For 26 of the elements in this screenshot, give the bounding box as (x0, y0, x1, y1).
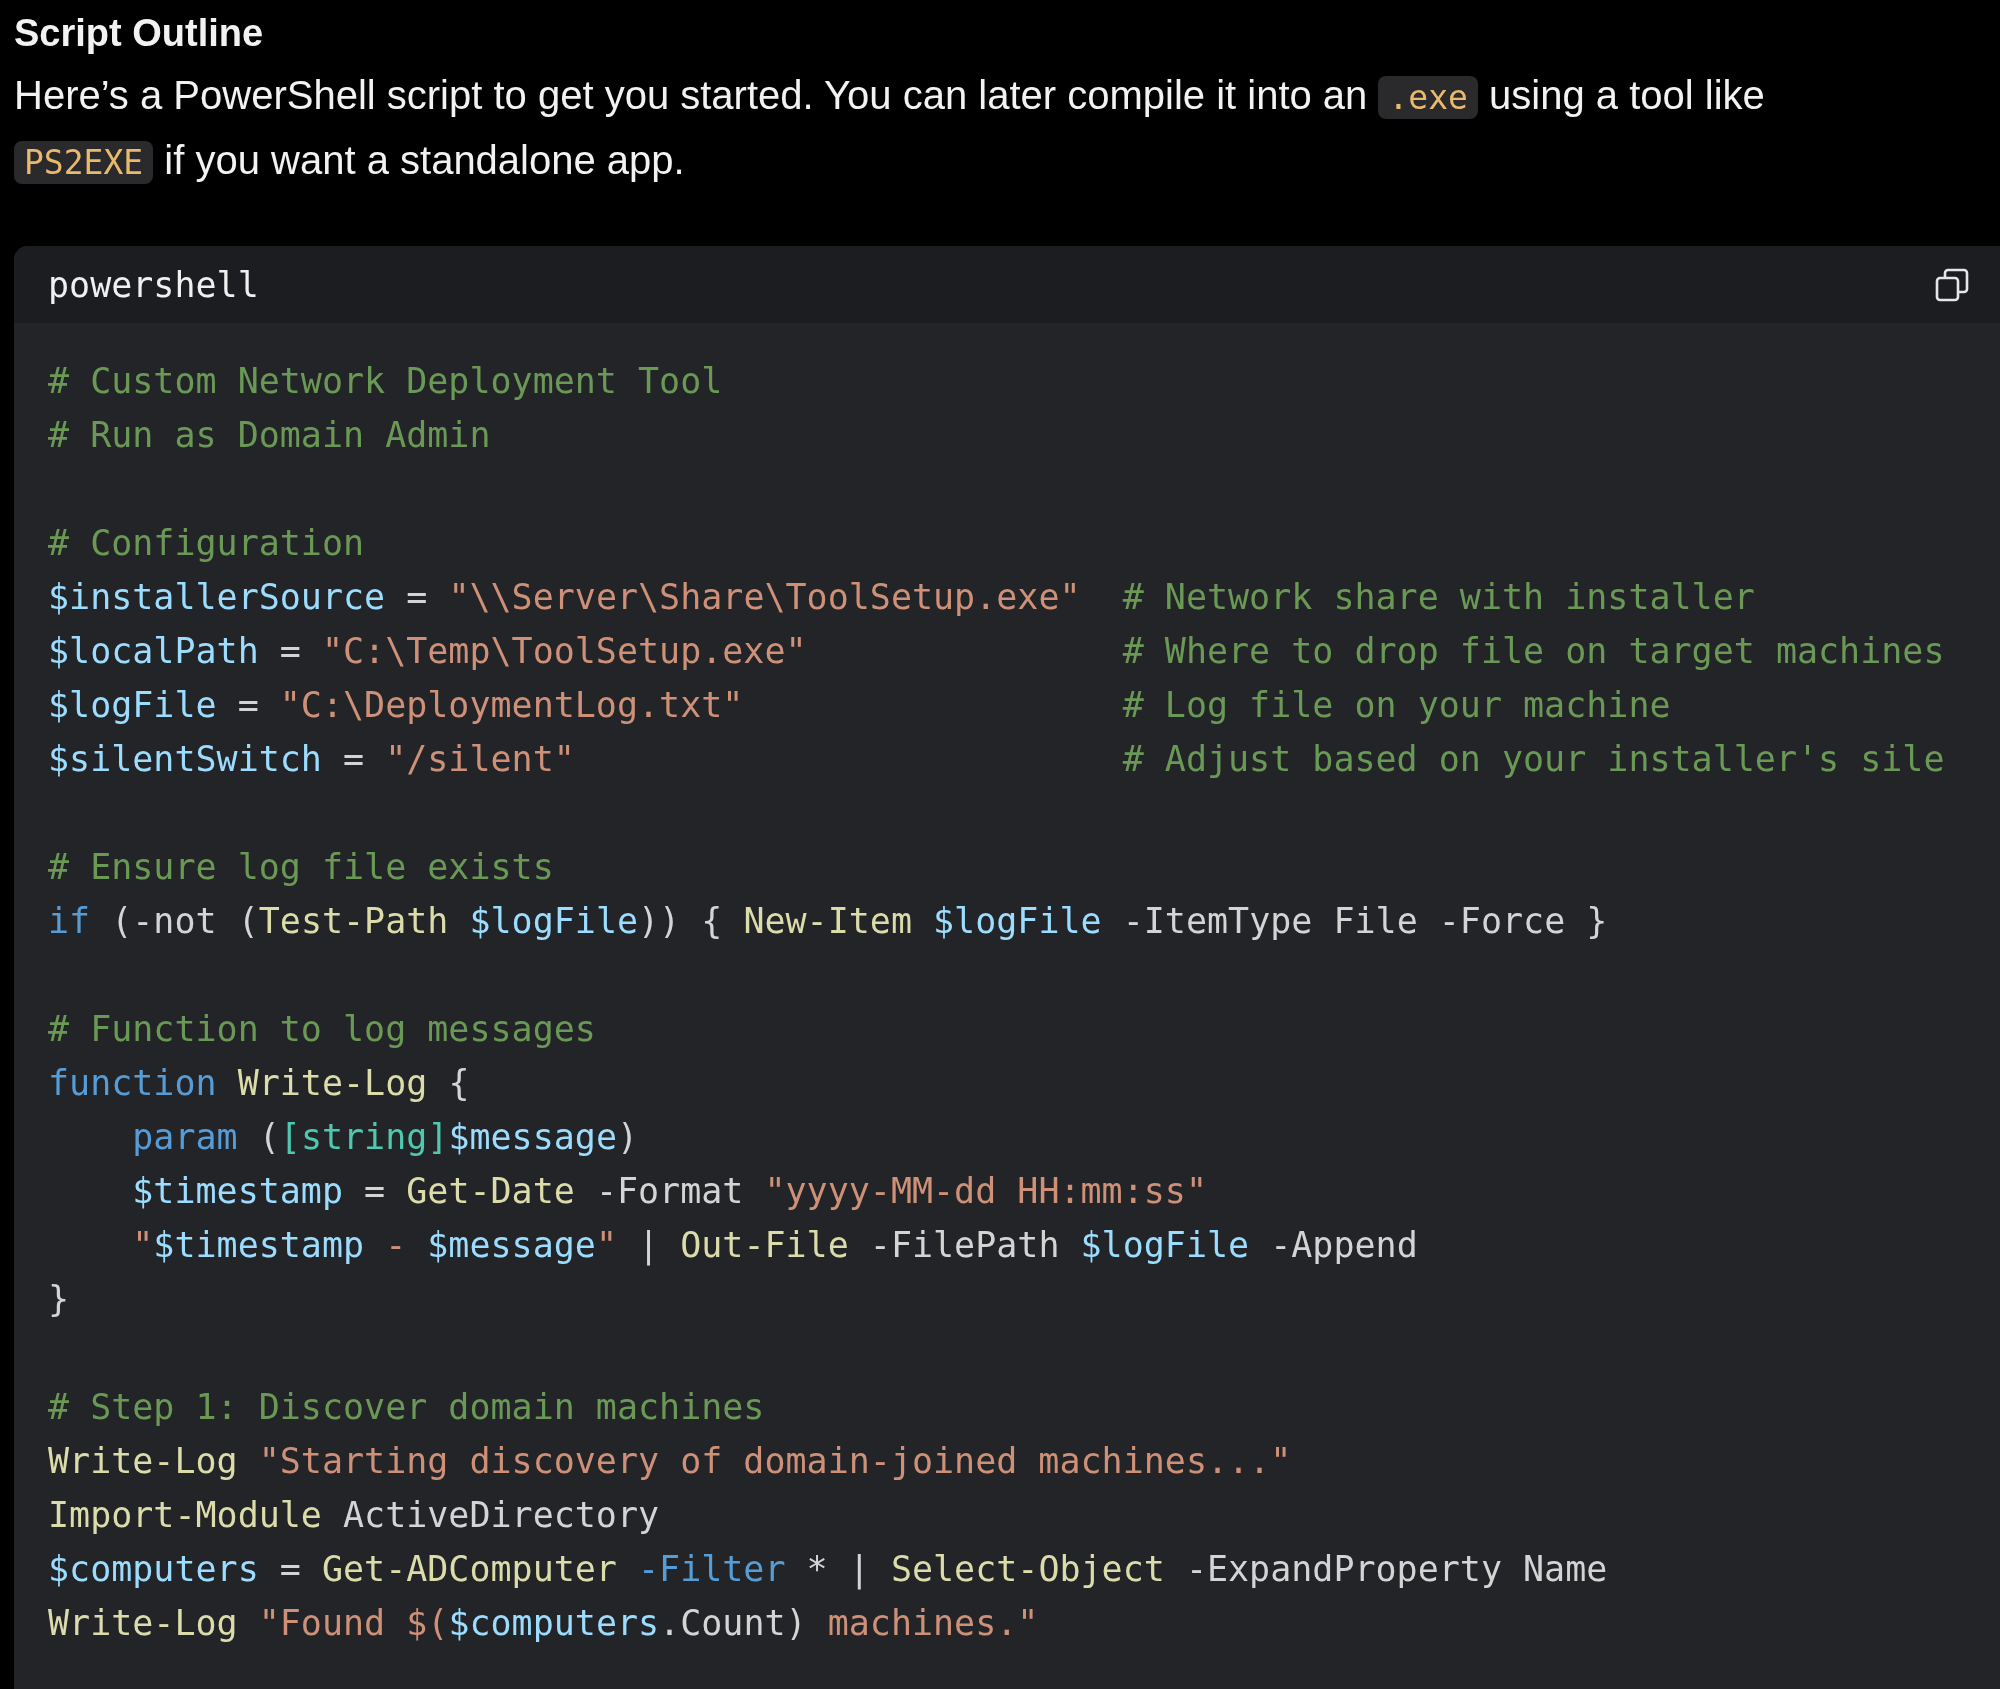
code-line: "$timestamp - $message" | Out-File -FilePath $logFile -Append (131, 1224, 1418, 1268)
code-line: Write-Log "Found $($computers.Count) machines." (48, 1602, 1039, 1645)
code-line: # Configuration (48, 522, 365, 565)
code-line: $installerSource = "\\Server\Share\ToolSetup.exe" # Network share with installer (48, 576, 1755, 619)
section-heading: Script Outline (14, 11, 265, 56)
code-line: $logFile = "C:\DeploymentLog.txt" # Log file on your machine (48, 684, 1671, 727)
language-label: powershell (48, 264, 259, 305)
code-line: $timestamp = Get-Date -Format "yyyy-MM-dd HH:mm:ss" (131, 1170, 1207, 1213)
code-line: $localPath = "C:\Temp\ToolSetup.exe" # Where to drop file on target machines (48, 630, 1945, 673)
code-line: } (48, 1278, 70, 1321)
code-line: param ([string]$message) (131, 1116, 639, 1159)
inline-code: PS2EXE (14, 141, 154, 184)
code-line: Import-Module ActiveDirectory (48, 1494, 660, 1537)
code-line: # Function to log messages (48, 1008, 596, 1051)
inline-code: .exe (1378, 76, 1478, 119)
copy-icon[interactable] (1934, 266, 1970, 303)
code-line: function Write-Log { (48, 1062, 470, 1105)
code-line: # Step 1: Discover domain machines (48, 1386, 765, 1429)
code-line: if (-not (Test-Path $logFile)) { New-Item $logFile -ItemType File -Force } (48, 900, 1608, 943)
code-line: # Run as Domain Admin (48, 414, 491, 457)
code-line: Write-Log "Starting discovery of domain-joined machines..." (48, 1440, 1292, 1483)
code-line: # Custom Network Deployment Tool (48, 360, 723, 403)
intro-paragraph: Here’s a PowerShell script to get you started. You can later compile it into an .exe using a tool like PS2EXE if you want a standalone app. (14, 72, 1766, 186)
code-line: $computers = Get-ADComputer -Filter * | Select-Object -ExpandProperty Name (48, 1548, 1608, 1592)
code-line: # Ensure log file exists (48, 846, 554, 889)
code-line: $silentSwitch = "/silent" # Adjust based on your installer's sile (48, 738, 1945, 781)
